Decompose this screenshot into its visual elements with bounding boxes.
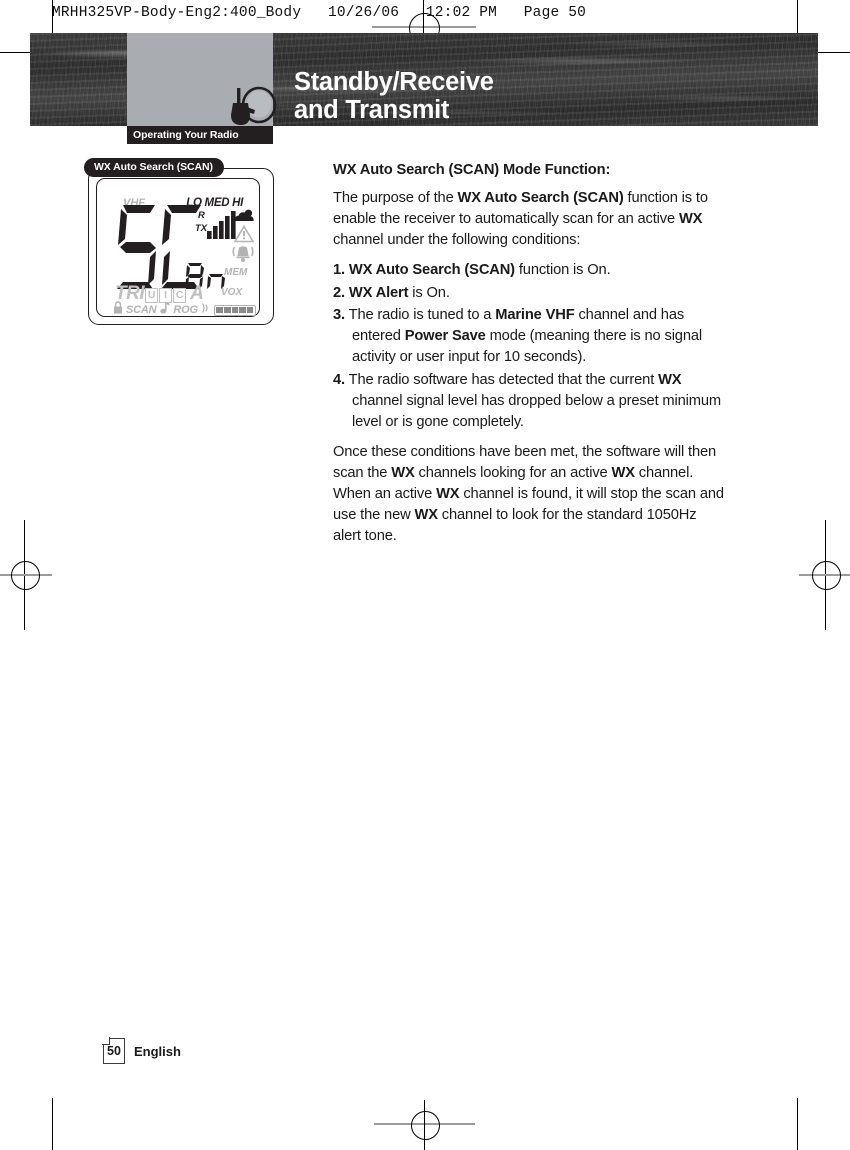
closing-bold-3: WX [436, 485, 460, 502]
page-footer: 50 English [103, 1038, 181, 1064]
lcd-scan-label: SCAN [126, 304, 157, 316]
list-item-3-number: 3. [333, 307, 345, 324]
section-tab: Operating Your Radio [127, 126, 273, 144]
closing-bold-4: WX [414, 506, 438, 523]
page-title-line2: and Transmit [294, 96, 450, 124]
list-item-1: 1. WX Auto Search (SCAN) function is On. [333, 260, 725, 281]
bell-icon [230, 243, 256, 268]
list-item-4-number: 4. [333, 372, 345, 389]
reg-mark-bottom-circle [411, 1111, 440, 1140]
closing-bold-2: WX [611, 464, 636, 481]
list-item-4-bold-a: WX [658, 372, 682, 389]
lcd-inner-frame: VHF LO MED HI R TX MEM VOX TRI U I C A S… [96, 178, 260, 317]
reg-mark-left-circle [11, 561, 40, 590]
page-title-line1: Standby/Receive [294, 68, 494, 96]
closing-text-2: channels looking for an active [414, 464, 612, 481]
list-item-1-rest: function is On. [514, 261, 611, 278]
list-item-2-bold: WX Alert [348, 284, 409, 301]
lock-icon [113, 301, 123, 319]
crop-mark-bottom-left-v [52, 1098, 53, 1150]
page-title: Standby/Receive and Transmit [294, 68, 494, 124]
print-slug: MRHH325VP-Body-Eng2:400_Body 10/26/06 12… [52, 5, 587, 21]
intro-bold-1: WX Auto Search (SCAN) [457, 189, 624, 206]
list-item-2-rest: is On. [408, 284, 450, 301]
content-heading: WX Auto Search (SCAN) Mode Function: [333, 162, 611, 178]
list-item-2: 2. WX Alert is On. [333, 283, 725, 304]
reg-mark-right-circle [812, 561, 841, 590]
list-item-3-text-a: The radio is tuned to a [348, 307, 496, 324]
crop-mark-bottom-right-v [797, 1098, 798, 1150]
closing-bold-1: WX [391, 464, 415, 481]
intro-text-3: channel under the following conditions: [333, 231, 581, 248]
figure-callout-label: WX Auto Search (SCAN) [84, 158, 224, 177]
intro-text-1: The purpose of the [333, 189, 458, 206]
lcd-figure: VHF LO MED HI R TX MEM VOX TRI U I C A S… [84, 158, 274, 325]
music-note-icon [159, 301, 170, 319]
lcd-screen: VHF LO MED HI R TX MEM VOX TRI U I C A S… [97, 179, 259, 316]
battery-icon [213, 304, 256, 316]
lcd-mem-label: MEM [224, 267, 248, 278]
list-item-4-text-b: channel signal level has dropped below a… [352, 393, 721, 430]
list-item-1-bold: WX Auto Search (SCAN) [348, 261, 515, 278]
list-item-1-number: 1. [333, 261, 345, 278]
list-item-2-number: 2. [333, 284, 345, 301]
lcd-status-row: SCAN ROG [113, 301, 256, 319]
radio-handset-icon [224, 84, 280, 130]
page-number-badge: 50 [103, 1038, 125, 1064]
list-item-3: 3. The radio is tuned to a Marine VHF ch… [333, 305, 725, 368]
content-closing-paragraph: Once these conditions have been met, the… [333, 442, 725, 547]
list-item-3-bold-b: Power Save [404, 328, 486, 345]
rog-wave-icon [201, 301, 209, 319]
list-item-4: 4. The radio software has detected that … [333, 370, 725, 433]
list-item-3-bold-a: Marine VHF [495, 307, 575, 324]
content-intro-paragraph: The purpose of the WX Auto Search (SCAN)… [333, 188, 725, 251]
lcd-rog-label: ROG [173, 304, 198, 316]
body-content: WX Auto Search (SCAN) Mode Function: The… [333, 160, 725, 555]
list-item-4-text-a: The radio software has detected that the… [348, 372, 659, 389]
intro-bold-2: WX [678, 210, 703, 227]
footer-language-label: English [134, 1043, 181, 1059]
